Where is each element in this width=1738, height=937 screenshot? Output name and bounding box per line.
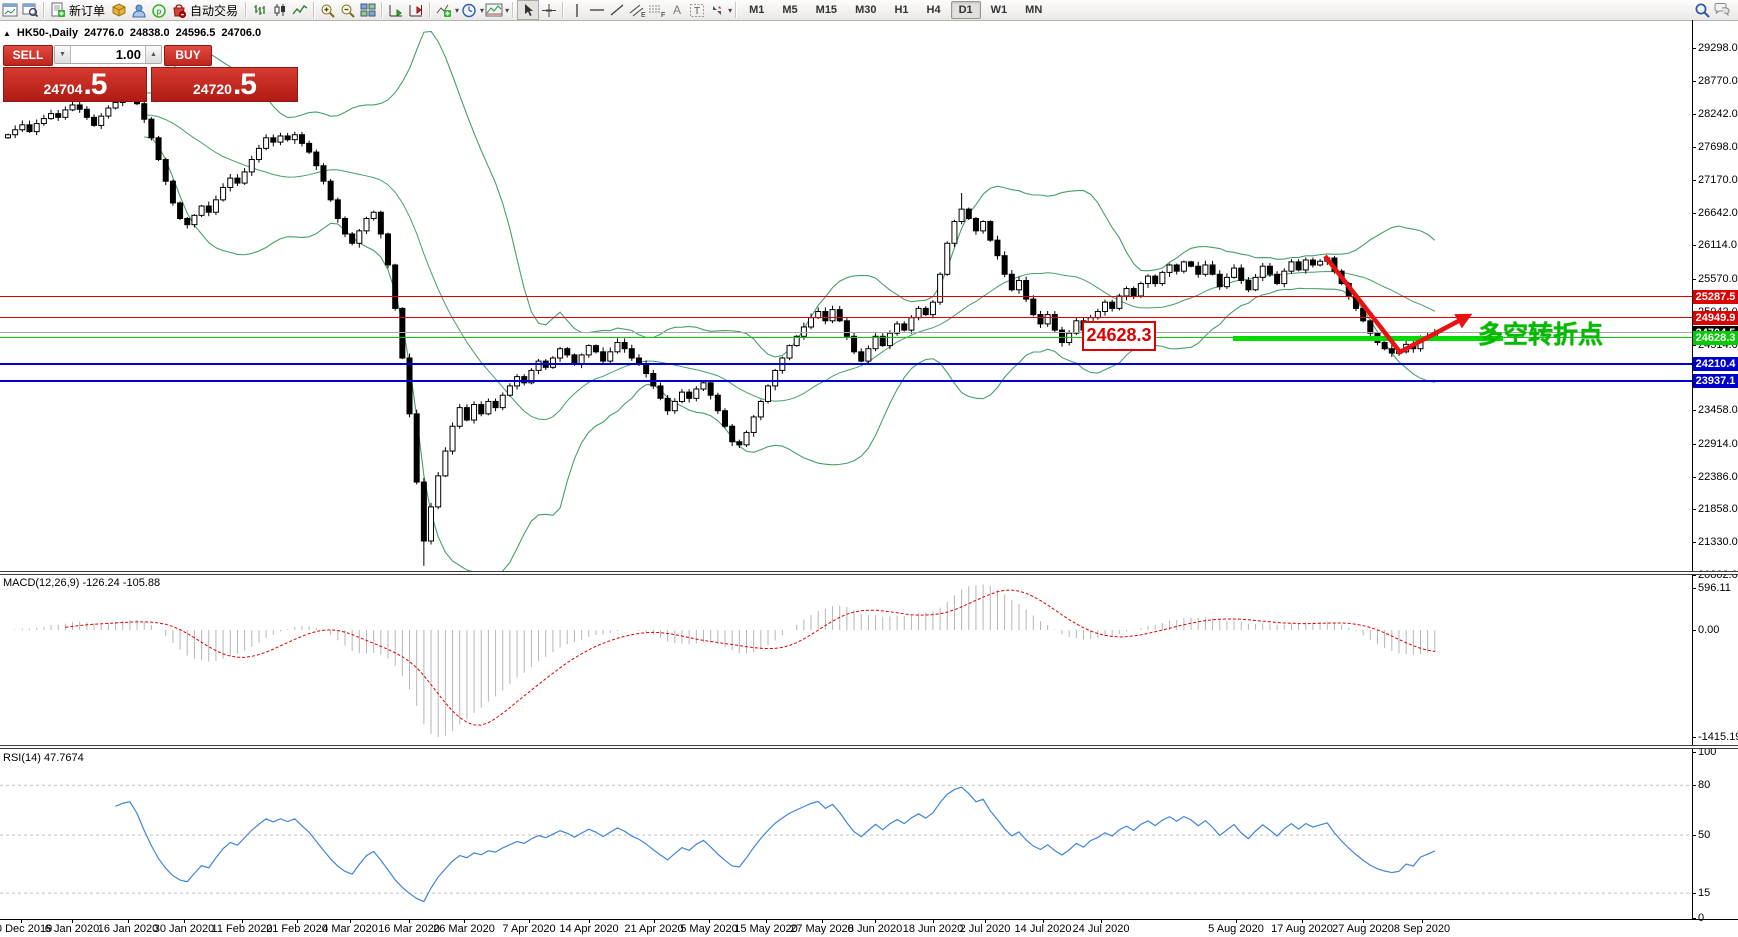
ohlc-high: 24838.0 [130, 27, 170, 39]
macd-tick-label: 0.00 [1698, 624, 1719, 636]
buy-price-int: 24720 [193, 78, 232, 100]
time-tick-label: 16 Mar 2020 [378, 923, 440, 935]
time-axis-line [0, 919, 1738, 920]
time-tick-label: 8 Sep 2020 [1394, 923, 1450, 935]
time-tick-label: 8 Jun 2020 [848, 923, 902, 935]
macd-indicator [8, 584, 1435, 737]
price-tick-label: 22386.0 [1698, 471, 1738, 483]
time-tick-label: 2 Jul 2020 [960, 923, 1011, 935]
price-level-callout[interactable]: 24628.3 [1082, 321, 1156, 351]
time-tick-label: 26 Mar 2020 [433, 923, 495, 935]
price-tick-label: 21858.0 [1698, 503, 1738, 515]
turning-point-label[interactable]: 多空转折点 [1478, 315, 1603, 351]
price-tick-label: 23458.0 [1698, 404, 1738, 416]
price-axis-line [1692, 20, 1693, 919]
support-line[interactable] [0, 363, 1692, 365]
macd-tick-label: -1415.19 [1698, 731, 1738, 743]
time-tick-label: 4 Mar 2020 [322, 923, 378, 935]
price-tick-label: 22914.0 [1698, 438, 1738, 450]
ohlc-open: 24776.0 [84, 27, 124, 39]
resistance-price-tag: 24949.9 [1693, 311, 1738, 325]
time-tick-label: 24 Jul 2020 [1073, 923, 1130, 935]
time-tick-label: 27 May 2020 [790, 923, 854, 935]
support-price-tag: 23937.1 [1693, 374, 1738, 388]
macd-label: MACD(12,26,9) -126.24 -105.88 [3, 577, 160, 589]
resistance-line[interactable] [0, 317, 1692, 318]
time-tick-label: 16 Jan 2020 [98, 923, 159, 935]
symbol-period: HK50-,Daily [17, 27, 78, 39]
volume-down-button[interactable]: ▼ [55, 46, 71, 63]
sell-button[interactable]: SELL [3, 45, 53, 66]
time-tick-label: 21 Apr 2020 [624, 923, 683, 935]
rsi-tick-label: 50 [1698, 829, 1710, 841]
time-tick-label: 15 May 2020 [734, 923, 798, 935]
macd-pane-divider[interactable] [0, 571, 1738, 575]
buy-price-frac: .5 [233, 70, 256, 100]
price-tick-label: 25570.0 [1698, 273, 1738, 285]
time-tick-label: 5 May 2020 [680, 923, 737, 935]
sell-price-frac: .5 [83, 70, 106, 100]
pivot-level-segment[interactable] [1233, 336, 1503, 341]
time-tick-label: 14 Apr 2020 [559, 923, 618, 935]
rsi-pane-divider[interactable] [0, 745, 1738, 749]
rsi-tick-label: 15 [1698, 887, 1710, 899]
price-tick-label: 27170.0 [1698, 174, 1738, 186]
collapse-triangle-icon[interactable]: ▲ [3, 29, 11, 38]
price-tick-label: 28770.0 [1698, 75, 1738, 87]
volume-input[interactable] [71, 46, 145, 63]
buy-button[interactable]: BUY [164, 45, 212, 66]
sell-price-display[interactable]: 24704 .5 [3, 67, 147, 102]
price-tick-label: 26642.0 [1698, 207, 1738, 219]
rsi-label: RSI(14) 47.7674 [3, 752, 84, 764]
resistance-line[interactable] [0, 296, 1692, 297]
time-tick-label: 21 Feb 2020 [266, 923, 328, 935]
support-price-tag: 24210.4 [1693, 357, 1738, 371]
time-tick-label: 6 Jan 2020 [45, 923, 99, 935]
sell-price-int: 24704 [44, 78, 83, 100]
volume-up-button[interactable]: ▲ [145, 46, 161, 63]
time-tick-label: 30 Jan 2020 [154, 923, 215, 935]
rsi-tick-label: 0 [1698, 912, 1704, 924]
mt4-window: 新订单 p 自动交易 ▾ ▾ ▾ E F A T ▾ [0, 0, 1738, 937]
time-tick-label: 11 Feb 2020 [212, 923, 273, 935]
buy-price-display[interactable]: 24720 .5 [151, 67, 298, 102]
chart-canvas[interactable] [0, 0, 1738, 937]
price-tick-label: 26114.0 [1698, 239, 1737, 251]
time-tick-label: 27 Aug 2020 [1332, 923, 1394, 935]
bid-line[interactable] [0, 332, 1692, 333]
macd-tick-label: 596.11 [1698, 582, 1731, 594]
price-tick-label: 27698.0 [1698, 141, 1738, 153]
time-tick-label: 14 Jul 2020 [1015, 923, 1072, 935]
rsi-indicator [0, 785, 1692, 901]
time-tick-label: 18 Jun 2020 [903, 923, 964, 935]
pivot-price-tag: 24628.3 [1693, 331, 1738, 345]
time-tick-label: 5 Aug 2020 [1208, 923, 1264, 935]
support-line[interactable] [0, 380, 1692, 382]
chart-title: ▲ HK50-,Daily 24776.0 24838.0 24596.5 24706.0 [3, 27, 267, 39]
price-tick-label: 21330.0 [1698, 536, 1738, 548]
time-tick-label: 7 Apr 2020 [502, 923, 555, 935]
price-tick-label: 28242.0 [1698, 108, 1738, 120]
price-tick-label: 29298.0 [1698, 42, 1738, 54]
ohlc-close: 24706.0 [221, 27, 261, 39]
volume-stepper: ▼ ▲ [54, 45, 162, 64]
time-tick-label: 17 Aug 2020 [1271, 923, 1333, 935]
ohlc-low: 24596.5 [176, 27, 216, 39]
resistance-price-tag: 25287.5 [1693, 290, 1738, 304]
bollinger-bands [144, 31, 1435, 574]
candlesticks [6, 93, 1438, 566]
rsi-tick-label: 80 [1698, 779, 1710, 791]
